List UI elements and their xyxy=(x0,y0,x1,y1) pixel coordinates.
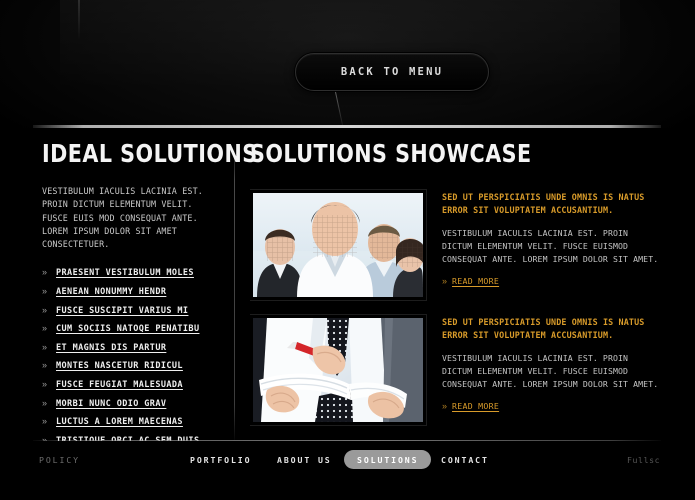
list-item[interactable]: » FUSCE SUSCIPIT VARIUS MI xyxy=(42,304,222,316)
intro-paragraph: VESTIBULUM IACULIS LACINIA EST. PROIN DI… xyxy=(42,186,203,250)
stage-edge-highlight xyxy=(78,0,80,40)
list-item-label: ET MAGNIS DIS PARTUR xyxy=(56,342,167,353)
read-more-link[interactable]: » READ MORE xyxy=(442,276,660,286)
chevron-double-right-icon: » xyxy=(442,276,448,287)
list-item-label: AENEAN NONUMMY HENDR xyxy=(56,287,167,298)
showcase-text: SED UT PERSPICIATIS UNDE OMNIS IS NATUS … xyxy=(442,190,660,300)
showcase-thumbnail-business-team[interactable] xyxy=(250,189,427,301)
read-more-label: READ MORE xyxy=(452,276,500,287)
back-to-menu-button[interactable]: BACK TO MENU xyxy=(295,53,489,91)
nav-item-fullscreen[interactable]: Fullsc xyxy=(621,450,662,470)
business-team-illustration xyxy=(253,193,423,297)
business-team-photo xyxy=(253,193,423,297)
showcase-list: SED UT PERSPICIATIS UNDE OMNIS IS NATUS … xyxy=(250,189,660,440)
list-item-label: MORBI NUNC ODIO GRAV xyxy=(56,398,167,409)
showcase-body: VESTIBULUM IACULIS LACINIA EST. PROIN DI… xyxy=(442,228,659,265)
chevron-double-right-icon: » xyxy=(42,360,48,371)
left-column: IDEAL SOLUTIONS VESTIBULUM IACULIS LACIN… xyxy=(42,139,258,454)
list-item-label: FUSCE FEUGIAT MALESUADA xyxy=(56,380,183,391)
hands-notebook-pen-photo xyxy=(253,318,423,422)
list-item[interactable]: » AENEAN NONUMMY HENDR xyxy=(42,286,222,298)
list-item[interactable]: » LUCTUS A LOREM MAECENAS xyxy=(42,416,222,428)
list-item[interactable]: » PRAESENT VESTIBULUM MOLES xyxy=(42,267,222,279)
back-to-menu-label: BACK TO MENU xyxy=(340,66,444,78)
chevron-double-right-icon: » xyxy=(42,416,48,427)
showcase-thumbnail-hands-notebook[interactable] xyxy=(250,314,427,426)
chevron-double-right-icon: » xyxy=(42,397,48,408)
list-item-label: MONTES NASCETUR RIDICUL xyxy=(56,361,183,372)
list-item-label: CUM SOCIIS NATOQE PENATIBU xyxy=(56,324,200,335)
list-item[interactable]: » FUSCE FEUGIAT MALESUADA xyxy=(42,379,222,391)
read-more-label: READ MORE xyxy=(452,401,500,412)
footer: POLICY PORTFOLIO ABOUT US SOLUTIONS CONT… xyxy=(0,441,695,500)
hero-stage: BACK TO MENU xyxy=(0,0,695,128)
list-item[interactable]: » MONTES NASCETUR RIDICUL xyxy=(42,360,222,372)
solutions-link-list: » PRAESENT VESTIBULUM MOLES » AENEAN NON… xyxy=(42,267,222,446)
list-item-label: LUCTUS A LOREM MAECENAS xyxy=(56,417,183,428)
chevron-double-right-icon: » xyxy=(42,341,48,352)
main-content: IDEAL SOLUTIONS VESTIBULUM IACULIS LACIN… xyxy=(0,128,695,446)
list-item[interactable]: » ET MAGNIS DIS PARTUR xyxy=(42,341,222,353)
nav-item-portfolio[interactable]: PORTFOLIO xyxy=(184,450,257,470)
showcase-item: SED UT PERSPICIATIS UNDE OMNIS IS NATUS … xyxy=(250,189,660,301)
page-title: IDEAL SOLUTIONS xyxy=(42,139,258,168)
showcase-headline: SED UT PERSPICIATIS UNDE OMNIS IS NATUS … xyxy=(442,317,645,340)
showcase-title: SOLUTIONS SHOWCASE xyxy=(250,141,532,168)
chevron-double-right-icon: » xyxy=(442,401,448,412)
right-column: SOLUTIONS SHOWCASE SED UT PERSPICIATIS U… xyxy=(250,141,660,440)
chevron-double-right-icon: » xyxy=(42,379,48,390)
showcase-body: VESTIBULUM IACULIS LACINIA EST. PROIN DI… xyxy=(442,353,659,390)
chevron-double-right-icon: » xyxy=(42,323,48,334)
list-item-label: PRAESENT VESTIBULUM MOLES xyxy=(56,268,194,279)
showcase-item: SED UT PERSPICIATIS UNDE OMNIS IS NATUS … xyxy=(250,314,660,426)
menu-connector-line xyxy=(335,91,344,126)
showcase-headline: SED UT PERSPICIATIS UNDE OMNIS IS NATUS … xyxy=(442,192,645,215)
showcase-text: SED UT PERSPICIATIS UNDE OMNIS IS NATUS … xyxy=(442,315,660,425)
nav-item-policy[interactable]: POLICY xyxy=(33,450,86,470)
list-item[interactable]: » MORBI NUNC ODIO GRAV xyxy=(42,397,222,409)
chevron-double-right-icon: » xyxy=(42,267,48,278)
footer-navigation: POLICY PORTFOLIO ABOUT US SOLUTIONS CONT… xyxy=(33,450,662,472)
chevron-double-right-icon: » xyxy=(42,286,48,297)
list-item-label: FUSCE SUSCIPIT VARIUS MI xyxy=(56,305,189,316)
read-more-link[interactable]: » READ MORE xyxy=(442,401,660,411)
nav-item-about-us[interactable]: ABOUT US xyxy=(271,450,338,470)
hands-notebook-illustration xyxy=(253,318,423,422)
column-divider xyxy=(234,145,235,440)
nav-item-contact[interactable]: CONTACT xyxy=(435,450,495,470)
list-item[interactable]: » CUM SOCIIS NATOQE PENATIBU xyxy=(42,323,222,335)
chevron-double-right-icon: » xyxy=(42,304,48,315)
nav-item-solutions[interactable]: SOLUTIONS xyxy=(344,450,432,469)
